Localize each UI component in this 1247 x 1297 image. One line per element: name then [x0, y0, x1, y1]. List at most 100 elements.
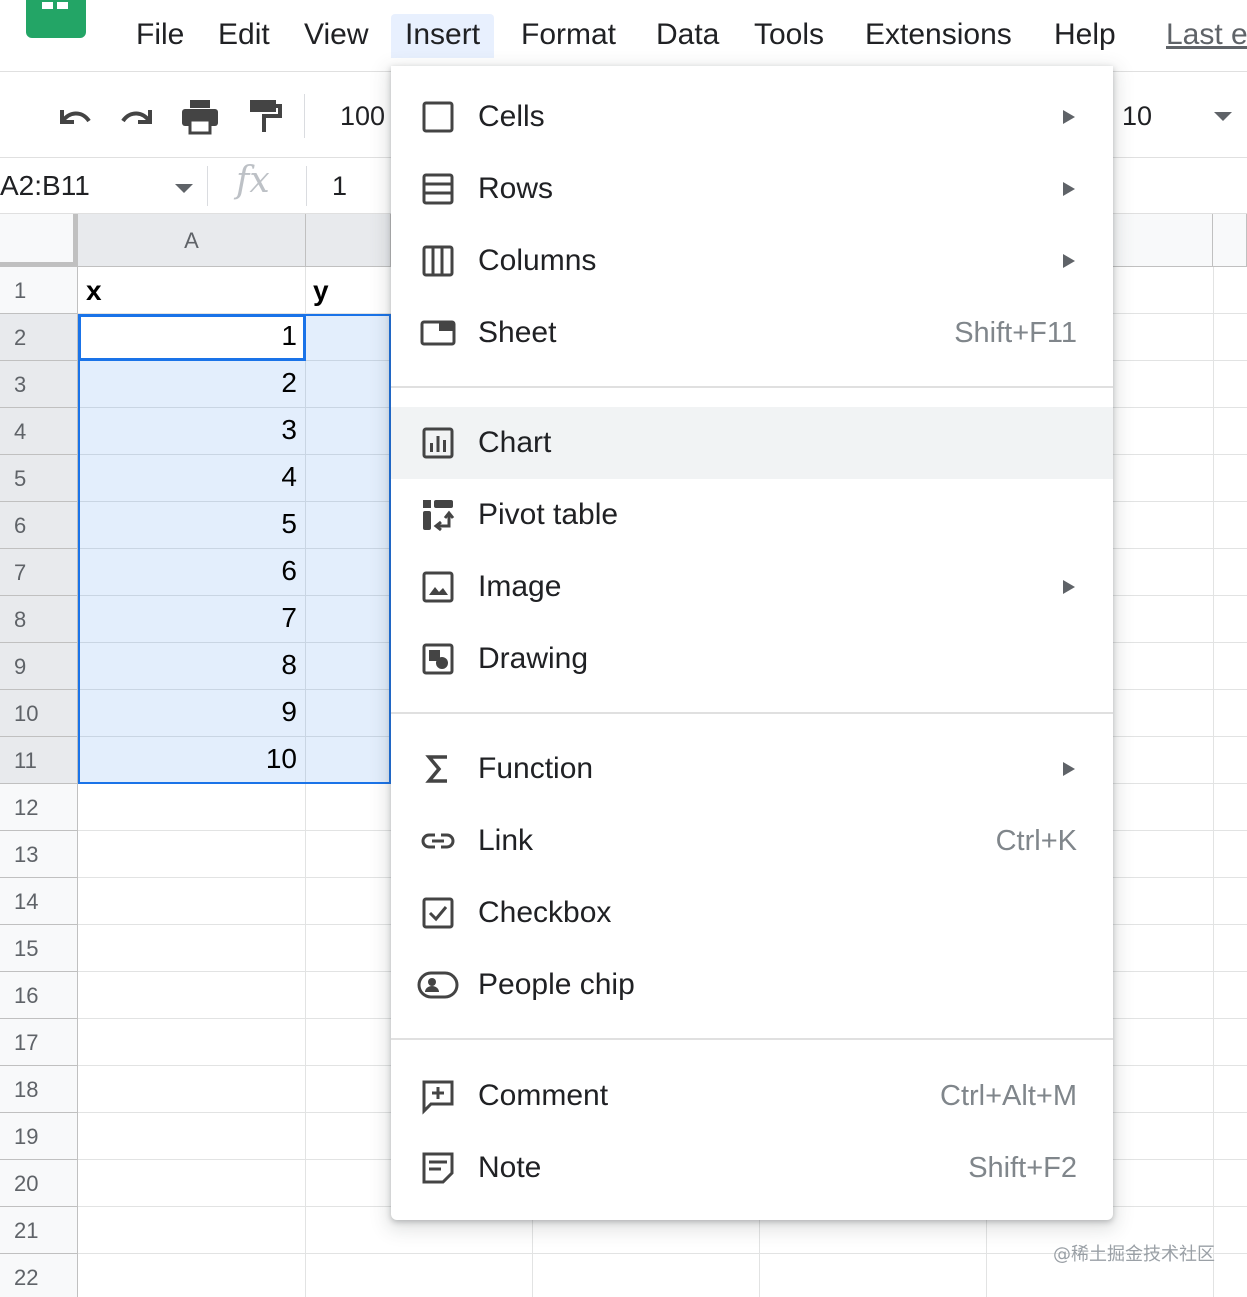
- chart-icon: [422, 427, 454, 459]
- row-header[interactable]: 11: [0, 737, 78, 784]
- menu-help[interactable]: Help: [1040, 14, 1130, 58]
- menu-item-checkbox[interactable]: Checkbox: [391, 877, 1113, 949]
- row-header[interactable]: 9: [0, 643, 78, 690]
- row-header[interactable]: 19: [0, 1113, 78, 1160]
- menu-data[interactable]: Data: [642, 14, 733, 58]
- last-edit-link[interactable]: Last e: [1166, 14, 1247, 56]
- row-header[interactable]: 6: [0, 502, 78, 549]
- row-header[interactable]: 17: [0, 1019, 78, 1066]
- watermark: @稀土掘金技术社区: [1053, 1244, 1215, 1265]
- formula-input[interactable]: 1: [332, 166, 347, 206]
- cell-a9[interactable]: 8: [78, 649, 297, 681]
- row-header[interactable]: 12: [0, 784, 78, 831]
- cell-b1[interactable]: y: [313, 275, 329, 307]
- menu-divider: [391, 712, 1113, 714]
- menu-edit[interactable]: Edit: [204, 14, 284, 58]
- submenu-arrow-icon: [1063, 182, 1075, 196]
- row-header[interactable]: 14: [0, 878, 78, 925]
- cell-a8[interactable]: 7: [78, 602, 297, 634]
- name-box[interactable]: A2:B11: [0, 166, 90, 206]
- column-header-b[interactable]: [306, 214, 391, 267]
- menu-item-label: Pivot table: [478, 498, 619, 531]
- print-icon[interactable]: [178, 94, 222, 138]
- menu-item-image[interactable]: Image: [391, 551, 1113, 623]
- menu-item-people-chip[interactable]: People chip: [391, 949, 1113, 1021]
- row-header[interactable]: 3: [0, 361, 78, 408]
- columns-icon: [422, 245, 454, 277]
- row-header[interactable]: 21: [0, 1207, 78, 1254]
- menu-item-pivot-table[interactable]: Pivot table: [391, 479, 1113, 551]
- cell-a1[interactable]: x: [86, 275, 102, 307]
- menu-item-label: People chip: [478, 968, 635, 1001]
- menu-view[interactable]: View: [290, 14, 382, 58]
- cell-a6[interactable]: 5: [78, 508, 297, 540]
- fx-icon: fx: [236, 160, 270, 201]
- row-header[interactable]: 22: [0, 1254, 78, 1297]
- menu-extensions[interactable]: Extensions: [851, 14, 1026, 58]
- sheets-logo-icon[interactable]: [26, 0, 86, 38]
- row-header[interactable]: 16: [0, 972, 78, 1019]
- menu-item-sheet[interactable]: Sheet Shift+F11: [391, 297, 1113, 369]
- menu-file[interactable]: File: [122, 14, 198, 58]
- comment-icon: [422, 1080, 454, 1115]
- menu-item-label: Function: [478, 752, 594, 785]
- undo-icon[interactable]: [52, 94, 96, 138]
- menu-item-label: Cells: [478, 100, 545, 133]
- menu-item-comment[interactable]: Comment Ctrl+Alt+M: [391, 1060, 1113, 1132]
- menu-bar: File Edit View Insert Format Data Tools …: [0, 0, 1247, 72]
- menu-item-chart[interactable]: Chart: [391, 407, 1113, 479]
- menu-item-shortcut: Shift+F2: [968, 1152, 1077, 1184]
- column-header[interactable]: [1113, 214, 1213, 267]
- submenu-arrow-icon: [1063, 580, 1075, 594]
- menu-item-drawing[interactable]: Drawing: [391, 623, 1113, 695]
- redo-icon[interactable]: [116, 94, 160, 138]
- select-all-corner[interactable]: [0, 214, 78, 267]
- cell-a2[interactable]: 1: [78, 320, 297, 352]
- menu-item-link[interactable]: Link Ctrl+K: [391, 805, 1113, 877]
- row-header[interactable]: 5: [0, 455, 78, 502]
- paint-format-icon[interactable]: [242, 94, 286, 138]
- cell-a11[interactable]: 10: [78, 743, 297, 775]
- cell-a10[interactable]: 9: [78, 696, 297, 728]
- column-header[interactable]: [1213, 214, 1247, 267]
- menu-item-label: Drawing: [478, 642, 589, 675]
- row-header[interactable]: 2: [0, 314, 78, 361]
- menu-item-rows[interactable]: Rows: [391, 153, 1113, 225]
- chevron-down-icon[interactable]: [175, 184, 193, 193]
- menu-item-shortcut: Shift+F11: [954, 317, 1077, 349]
- chevron-down-icon[interactable]: [1214, 112, 1232, 121]
- cell-a4[interactable]: 3: [78, 414, 297, 446]
- menu-item-cells[interactable]: Cells: [391, 81, 1113, 153]
- menu-item-label: Rows: [478, 172, 554, 205]
- menu-item-label: Comment: [478, 1079, 609, 1112]
- formula-divider: [207, 166, 208, 206]
- row-header[interactable]: 7: [0, 549, 78, 596]
- menu-insert[interactable]: Insert: [391, 14, 495, 58]
- pivot-table-icon: [423, 500, 455, 532]
- cell-a3[interactable]: 2: [78, 367, 297, 399]
- menu-format[interactable]: Format: [507, 14, 630, 58]
- menu-item-columns[interactable]: Columns: [391, 225, 1113, 297]
- note-icon: [422, 1152, 454, 1184]
- menu-item-function[interactable]: Function: [391, 733, 1113, 805]
- row-header[interactable]: 1: [0, 267, 78, 314]
- row-header[interactable]: 18: [0, 1066, 78, 1113]
- submenu-arrow-icon: [1063, 254, 1075, 268]
- row-header[interactable]: 4: [0, 408, 78, 455]
- row-header[interactable]: 13: [0, 831, 78, 878]
- row-header[interactable]: 15: [0, 925, 78, 972]
- row-header[interactable]: 20: [0, 1160, 78, 1207]
- column-header-a[interactable]: A: [78, 214, 306, 267]
- cell-a5[interactable]: 4: [78, 461, 297, 493]
- menu-tools[interactable]: Tools: [740, 14, 838, 58]
- row-header[interactable]: 10: [0, 690, 78, 737]
- cell-a7[interactable]: 6: [78, 555, 297, 587]
- row-header[interactable]: 8: [0, 596, 78, 643]
- font-size-select[interactable]: 10: [1122, 98, 1152, 134]
- zoom-select[interactable]: 100: [340, 98, 385, 134]
- gridline: [1213, 267, 1214, 1297]
- formula-divider: [306, 166, 307, 206]
- menu-item-label: Note: [478, 1151, 542, 1184]
- checkbox-icon: [422, 897, 454, 929]
- menu-item-note[interactable]: Note Shift+F2: [391, 1132, 1113, 1204]
